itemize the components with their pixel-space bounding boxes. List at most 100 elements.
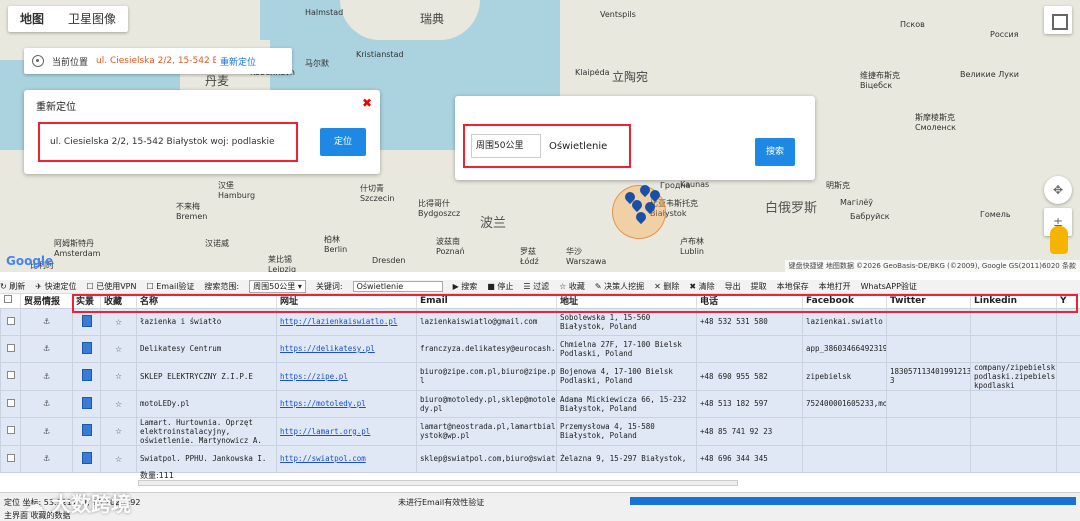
horizontal-scrollbar[interactable] — [138, 480, 738, 486]
map-label-berlin: 柏林 Berlin — [324, 235, 348, 254]
google-logo: Google — [6, 254, 54, 268]
row-checkbox[interactable] — [0, 444, 21, 473]
cell-phone: +48 696 344 345 — [696, 444, 803, 473]
streetview-icon[interactable] — [72, 444, 101, 473]
streetview-icon[interactable] — [72, 307, 101, 336]
email-verify-checkbox[interactable]: ☐ Email验证 — [147, 281, 195, 292]
col-favorite[interactable]: 收藏 — [100, 294, 137, 308]
col-trade-intel[interactable]: 贸易情报 — [20, 294, 73, 308]
filter-button[interactable]: ☰ 过滤 — [523, 281, 549, 292]
anchor-icon[interactable]: ⚓ — [20, 416, 73, 446]
street-view-pegman-icon[interactable] — [1050, 226, 1068, 254]
anchor-icon[interactable]: ⚓ — [20, 307, 73, 336]
star-icon[interactable]: ☆ — [100, 389, 137, 418]
cell-website[interactable]: http://lazienkaiswiatlo.pl — [276, 307, 417, 336]
decision-maker-button[interactable]: ✎ 决策人挖掘 — [595, 281, 644, 292]
cell-website[interactable]: https://delikatesy.pl — [276, 334, 417, 363]
toolbar-keyword-input[interactable]: Oświetlenie — [352, 281, 443, 292]
tab-satellite[interactable]: 卫星图像 — [56, 6, 128, 32]
relocate-address-input[interactable]: ul. Ciesielska 2/2, 15-542 Białystok woj… — [38, 122, 298, 162]
cell-name: łazienka i światło — [136, 307, 277, 336]
map-label-russia: Россия — [990, 30, 1019, 39]
streetview-icon[interactable] — [72, 389, 101, 418]
range-select[interactable]: 周围50公里 — [471, 134, 541, 158]
col-streetview[interactable]: 实景 — [72, 294, 101, 308]
table-row[interactable]: ⚓ ☆ Lamart. Hurtownia. Oprzęt elektroinsta… — [0, 416, 1080, 446]
current-location-label: 当前位置 — [52, 57, 89, 68]
map-label-lithuania: 立陶宛 — [612, 70, 649, 84]
col-email[interactable]: Email — [416, 294, 557, 308]
col-phone[interactable]: 电话 — [696, 294, 803, 308]
cell-facebook: lazienkai.swiatlo — [802, 307, 887, 336]
col-twitter[interactable]: Twitter — [886, 294, 971, 308]
star-icon[interactable]: ☆ — [100, 444, 137, 473]
row-checkbox[interactable] — [0, 389, 21, 418]
star-icon[interactable]: ☆ — [100, 307, 137, 336]
streetview-icon[interactable] — [72, 334, 101, 363]
streetview-icon[interactable] — [72, 416, 101, 446]
toolbar-range-select[interactable]: 周围50公里 ▾ — [249, 280, 306, 293]
search-button[interactable]: 搜索 — [755, 138, 795, 166]
export-button[interactable]: 导出 — [725, 281, 741, 292]
table-row[interactable]: ⚓ ☆ Swiatpol. PPHU. Jankowska I. http://swi… — [0, 444, 1080, 473]
cell-phone: +48 690 955 582 — [696, 361, 803, 391]
fullscreen-icon[interactable] — [1044, 6, 1072, 34]
star-icon[interactable]: ☆ — [100, 334, 137, 363]
status-bar: 定位 坐标: 53.121159, 23.2020292 未进行Email有效性… — [0, 492, 1080, 521]
whatsapp-verify-button[interactable]: WhatsAPP验证 — [861, 281, 917, 292]
row-checkbox[interactable] — [0, 416, 21, 446]
delete-button[interactable]: ✕ 删除 — [654, 281, 679, 292]
col-facebook[interactable]: Facebook — [802, 294, 887, 308]
map-label-sweden: 瑞典 — [420, 12, 445, 26]
table-row[interactable]: ⚓ ☆ motoLEDy.pl https://motoledy.pl biuro@mo… — [0, 389, 1080, 418]
map-view[interactable]: Halmstad 瑞典 Kristianstad 马尔默 丹麦 Københav… — [0, 0, 1080, 272]
row-checkbox[interactable] — [0, 361, 21, 391]
tab-map[interactable]: 地图 — [8, 6, 56, 32]
locate-button[interactable]: 定位 — [320, 128, 366, 156]
vpn-checkbox[interactable]: ☐ 已使用VPN — [87, 281, 137, 292]
streetview-icon[interactable] — [72, 361, 101, 391]
keyword-input[interactable]: Oświetlenie — [549, 141, 607, 152]
anchor-icon[interactable]: ⚓ — [20, 361, 73, 391]
refresh-button[interactable]: ↻ 刷新 — [0, 281, 25, 292]
clear-button[interactable]: ✖ 清除 — [689, 281, 714, 292]
cell-address: Chmielna 27F, 17-100 Bielsk Podlaski, Po… — [556, 334, 697, 363]
quick-locate-button[interactable]: ✈ 快速定位 — [35, 281, 76, 292]
search-toolbar-button[interactable]: ▶ 搜索 — [453, 281, 478, 292]
local-open-button[interactable]: 本地打开 — [819, 281, 851, 292]
col-website[interactable]: 网址 — [276, 294, 417, 308]
favorite-button[interactable]: ☆ 收藏 — [559, 281, 585, 292]
close-icon[interactable]: ✖ — [362, 96, 372, 110]
relocate-link[interactable]: 重新定位 — [220, 55, 256, 68]
local-save-button[interactable]: 本地保存 — [777, 281, 809, 292]
col-name[interactable]: 名称 — [136, 294, 277, 308]
select-all-checkbox[interactable] — [0, 294, 21, 308]
stop-button[interactable]: ■ 停止 — [487, 281, 513, 292]
gps-icon[interactable] — [32, 55, 44, 67]
col-address[interactable]: 地址 — [556, 294, 697, 308]
anchor-icon[interactable]: ⚓ — [20, 389, 73, 418]
cell-website[interactable]: https://motoledy.pl — [276, 389, 417, 418]
cell-facebook: zipebielsk — [802, 361, 887, 391]
pan-control-icon[interactable]: ✥ — [1044, 176, 1072, 204]
row-checkbox[interactable] — [0, 307, 21, 336]
anchor-icon[interactable]: ⚓ — [20, 334, 73, 363]
col-y[interactable]: Y — [1056, 294, 1080, 308]
cell-website[interactable]: http://lamart.org.pl — [276, 416, 417, 446]
table-row[interactable]: ⚓ ☆ łazienka i światło http://lazienkaiswia… — [0, 307, 1080, 336]
star-icon[interactable]: ☆ — [100, 361, 137, 391]
cell-website[interactable]: https://zipe.pl — [276, 361, 417, 391]
table-row[interactable]: ⚓ ☆ SKLEP ELEKTRYCZNY Z.I.P.E https://zipe.… — [0, 361, 1080, 391]
cell-facebook: 752400001605233,motoledypl — [802, 389, 887, 418]
table-header-row: 贸易情报 实景 收藏 名称 网址 Email 地址 电话 Facebook Tw… — [0, 294, 1080, 308]
cell-linkedin: company/zipebielsk podlaski.zipebiels kp… — [970, 361, 1057, 391]
anchor-icon[interactable]: ⚓ — [20, 444, 73, 473]
cell-twitter — [886, 334, 971, 363]
star-icon[interactable]: ☆ — [100, 416, 137, 446]
row-checkbox[interactable] — [0, 334, 21, 363]
extract-button[interactable]: 提取 — [751, 281, 767, 292]
cell-y — [1056, 416, 1080, 446]
col-linkedin[interactable]: Linkedin — [970, 294, 1057, 308]
table-row[interactable]: ⚓ ☆ Delikatesy Centrum https://delikatesy.p… — [0, 334, 1080, 363]
cell-website[interactable]: http://swiatpol.com — [276, 444, 417, 473]
